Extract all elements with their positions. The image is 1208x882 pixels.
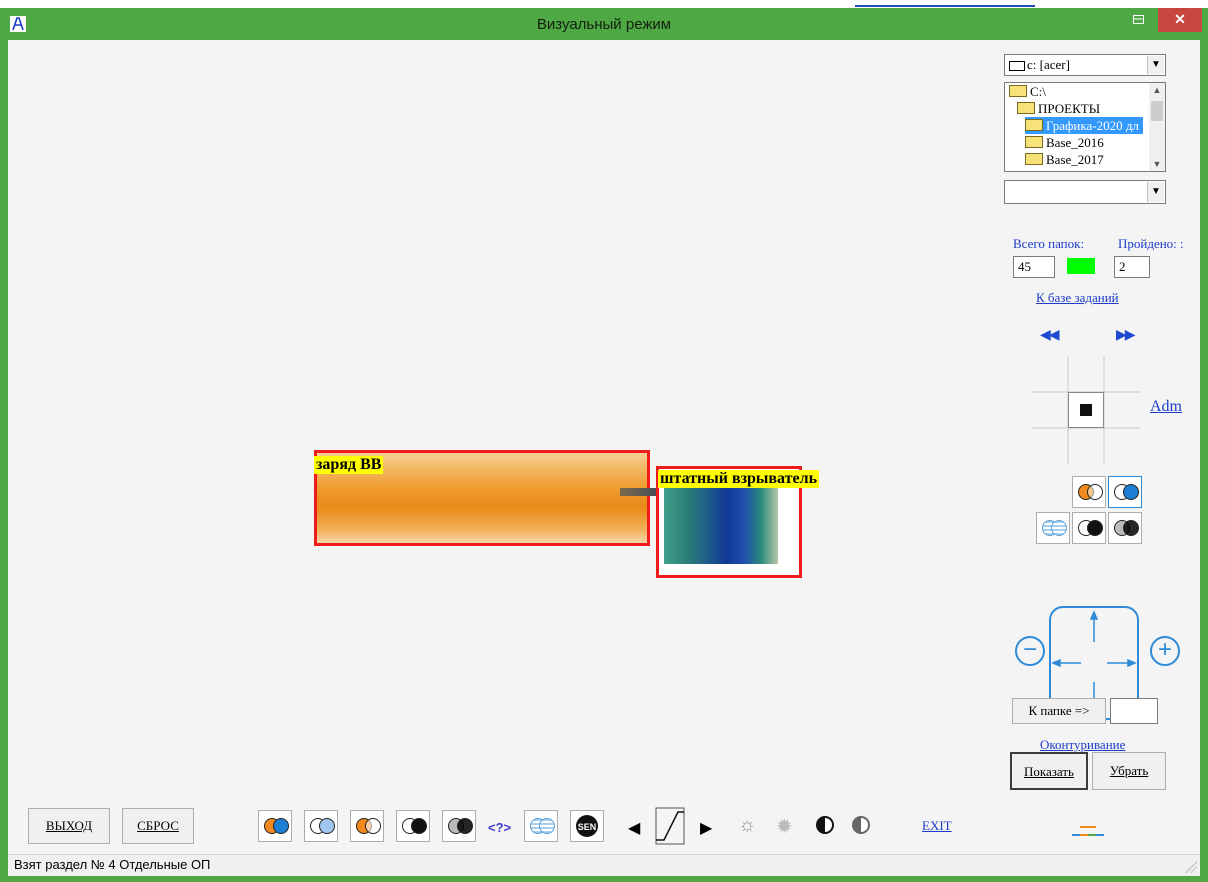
scroll-down-icon[interactable]: ▼ xyxy=(1149,159,1165,169)
contrast-curve-icon[interactable] xyxy=(650,806,690,846)
exit-ru-button[interactable]: ВЫХОД xyxy=(28,808,110,844)
folder-name: Графика-2020 дл xyxy=(1046,118,1139,133)
folder-scrollbar[interactable]: ▲ ▼ xyxy=(1149,83,1165,171)
folder-item[interactable]: Base_2017 xyxy=(1025,151,1104,168)
folder-icon xyxy=(1025,136,1043,148)
exit-link[interactable]: EXIT xyxy=(922,818,952,834)
folder-item[interactable]: ПРОЕКТЫ xyxy=(1017,100,1100,117)
folder-tree[interactable]: C:\ ПРОЕКТЫ Графика-2020 дл Base_2016 Base_2… xyxy=(1004,82,1166,172)
scroll-thumb[interactable] xyxy=(1151,101,1163,121)
exit-ru-label: ВЫХОД xyxy=(45,818,93,833)
chevron-down-icon[interactable]: ▼ xyxy=(1147,182,1164,202)
background-text-strip xyxy=(0,0,1208,8)
zoom-out-button[interactable]: − xyxy=(1015,636,1045,666)
prev-contrast-icon[interactable]: ◀ xyxy=(628,818,640,838)
folder-open-icon xyxy=(1025,119,1043,131)
close-button[interactable]: ✕ xyxy=(1158,8,1202,32)
prev-folder-icon[interactable]: ◀◀ xyxy=(1040,327,1059,344)
filter-white-black-button[interactable] xyxy=(396,810,430,842)
next-folder-icon[interactable]: ▶▶ xyxy=(1116,327,1135,344)
overlay-black-white-button[interactable] xyxy=(1072,512,1106,544)
black-circle-icon xyxy=(411,818,427,834)
fuse-label: штатный взрыватель xyxy=(658,470,820,488)
svg-text:SEN: SEN xyxy=(578,822,597,832)
contrast-icon[interactable] xyxy=(816,816,834,834)
striped-circle-icon xyxy=(1051,520,1067,536)
to-folder-field[interactable] xyxy=(1110,698,1158,724)
show-button-label: Показать xyxy=(1024,764,1074,779)
sen-mode-button[interactable]: SEN xyxy=(570,810,604,842)
black-circle-icon xyxy=(1087,520,1103,536)
sen-icon: SEN xyxy=(576,815,598,837)
square-icon xyxy=(1080,404,1092,416)
drive-value: c: [acer] xyxy=(1027,57,1070,72)
filter-orange-white-button[interactable] xyxy=(350,810,384,842)
drive-icon xyxy=(1009,61,1025,71)
overlay-orange-blue-button[interactable] xyxy=(1072,476,1106,508)
color-palette-icon[interactable] xyxy=(1072,826,1108,838)
reset-label: СБРОС xyxy=(137,818,179,833)
maximize-button[interactable] xyxy=(1124,8,1152,32)
white-circle-icon xyxy=(1087,484,1103,500)
remove-button-label: Убрать xyxy=(1109,763,1149,778)
passed-field[interactable]: 2 xyxy=(1114,256,1150,278)
drive-select[interactable]: c: [acer] ▼ xyxy=(1004,54,1166,76)
blue-circle-icon xyxy=(319,818,335,834)
folder-item[interactable]: Графика-2020 дл xyxy=(1025,117,1143,134)
blue-circle-icon xyxy=(1123,484,1139,500)
contouring-link[interactable]: Оконтуривание xyxy=(1040,737,1125,753)
blue-circle-icon xyxy=(273,818,289,834)
status-text: Взят раздел № 4 Отдельные ОП xyxy=(14,857,211,872)
adm-link[interactable]: Adm xyxy=(1150,398,1182,416)
brightness-down-icon[interactable]: ✹ xyxy=(776,814,793,839)
title-bar: Визуальный режим – ✕ xyxy=(0,8,1208,40)
next-contrast-icon[interactable]: ▶ xyxy=(700,818,712,838)
folder-item[interactable]: Base_2016 xyxy=(1025,134,1104,151)
zoom-in-button[interactable]: + xyxy=(1150,636,1180,666)
task-base-link[interactable]: К базе заданий xyxy=(1036,290,1119,306)
to-folder-button[interactable]: К папке => xyxy=(1012,698,1106,724)
remove-button[interactable]: Убрать xyxy=(1092,752,1166,790)
folder-open-icon xyxy=(1009,85,1027,97)
passed-label: Пройдено: : xyxy=(1118,236,1184,251)
total-folders-field[interactable]: 45 xyxy=(1013,256,1055,278)
reset-button[interactable]: СБРОС xyxy=(122,808,194,844)
striped-mode-button[interactable] xyxy=(524,810,558,842)
folder-name: Base_2016 xyxy=(1046,135,1104,150)
show-button[interactable]: Показать xyxy=(1010,752,1088,790)
fuse-wire xyxy=(620,488,660,496)
total-folders-label: Всего папок: xyxy=(1013,236,1085,251)
folder-name: ПРОЕКТЫ xyxy=(1038,101,1101,116)
brightness-up-icon[interactable]: ☼ xyxy=(738,814,756,837)
position-grid xyxy=(1032,356,1140,464)
filter-orange-blue-button[interactable] xyxy=(258,810,292,842)
background-link-underline xyxy=(855,5,1035,7)
folder-name: C:\ xyxy=(1030,84,1046,99)
folder-open-icon xyxy=(1017,102,1035,114)
contrast-gray-icon[interactable] xyxy=(852,816,870,834)
overlay-striped-button[interactable] xyxy=(1036,512,1070,544)
window-title: Визуальный режим xyxy=(536,16,672,33)
filter-gray-black-button[interactable] xyxy=(442,810,476,842)
white-circle-icon xyxy=(365,818,381,834)
filter-white-blue-button[interactable] xyxy=(304,810,338,842)
scroll-up-icon[interactable]: ▲ xyxy=(1149,85,1165,95)
resize-grip-icon[interactable] xyxy=(1185,861,1197,873)
overlay-white-blue-button[interactable] xyxy=(1108,476,1142,508)
folder-name: Base_2017 xyxy=(1046,152,1104,167)
progress-indicator xyxy=(1067,258,1095,274)
status-bar: Взят раздел № 4 Отдельные ОП xyxy=(8,854,1200,876)
folder-icon xyxy=(1025,153,1043,165)
chevron-down-icon[interactable]: ▼ xyxy=(1147,56,1164,74)
grid-center-button[interactable] xyxy=(1068,392,1104,428)
striped-circle-icon xyxy=(539,818,555,834)
folder-item[interactable]: C:\ xyxy=(1009,83,1046,100)
file-select[interactable]: ▼ xyxy=(1004,180,1166,204)
charge-label: заряд ВВ xyxy=(314,456,384,474)
help-link[interactable]: <?> xyxy=(488,820,511,835)
overlay-gray-black-button[interactable] xyxy=(1108,512,1142,544)
black-circle-icon xyxy=(1123,520,1139,536)
black-circle-icon xyxy=(457,818,473,834)
